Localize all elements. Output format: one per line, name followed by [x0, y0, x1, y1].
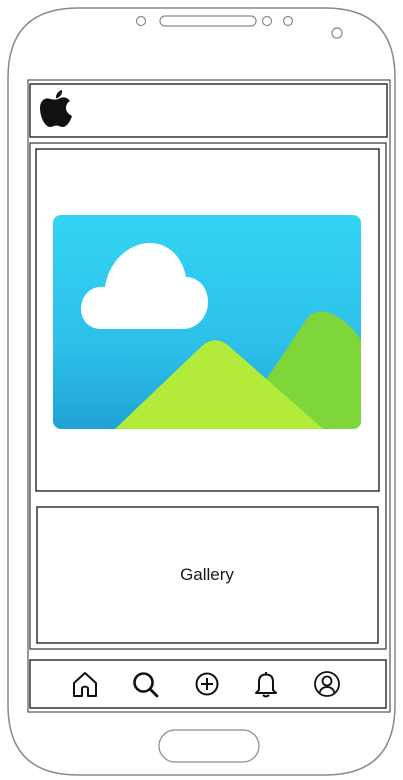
nav-home-button[interactable] [69, 668, 101, 700]
add-circle-icon [195, 672, 219, 696]
search-icon [133, 672, 159, 698]
gallery-label[interactable]: Gallery [37, 507, 377, 643]
nav-search-button[interactable] [129, 668, 161, 700]
header-bar [29, 83, 388, 138]
nav-profile-button[interactable] [311, 668, 343, 700]
nav-add-button[interactable] [191, 668, 223, 700]
profile-icon [314, 671, 340, 697]
home-icon [73, 672, 97, 697]
home-button [158, 729, 260, 763]
landscape-image-icon [53, 215, 361, 429]
apple-logo-icon[interactable] [36, 89, 76, 131]
bell-icon [255, 672, 277, 698]
nav-notifications-button[interactable] [250, 668, 282, 700]
